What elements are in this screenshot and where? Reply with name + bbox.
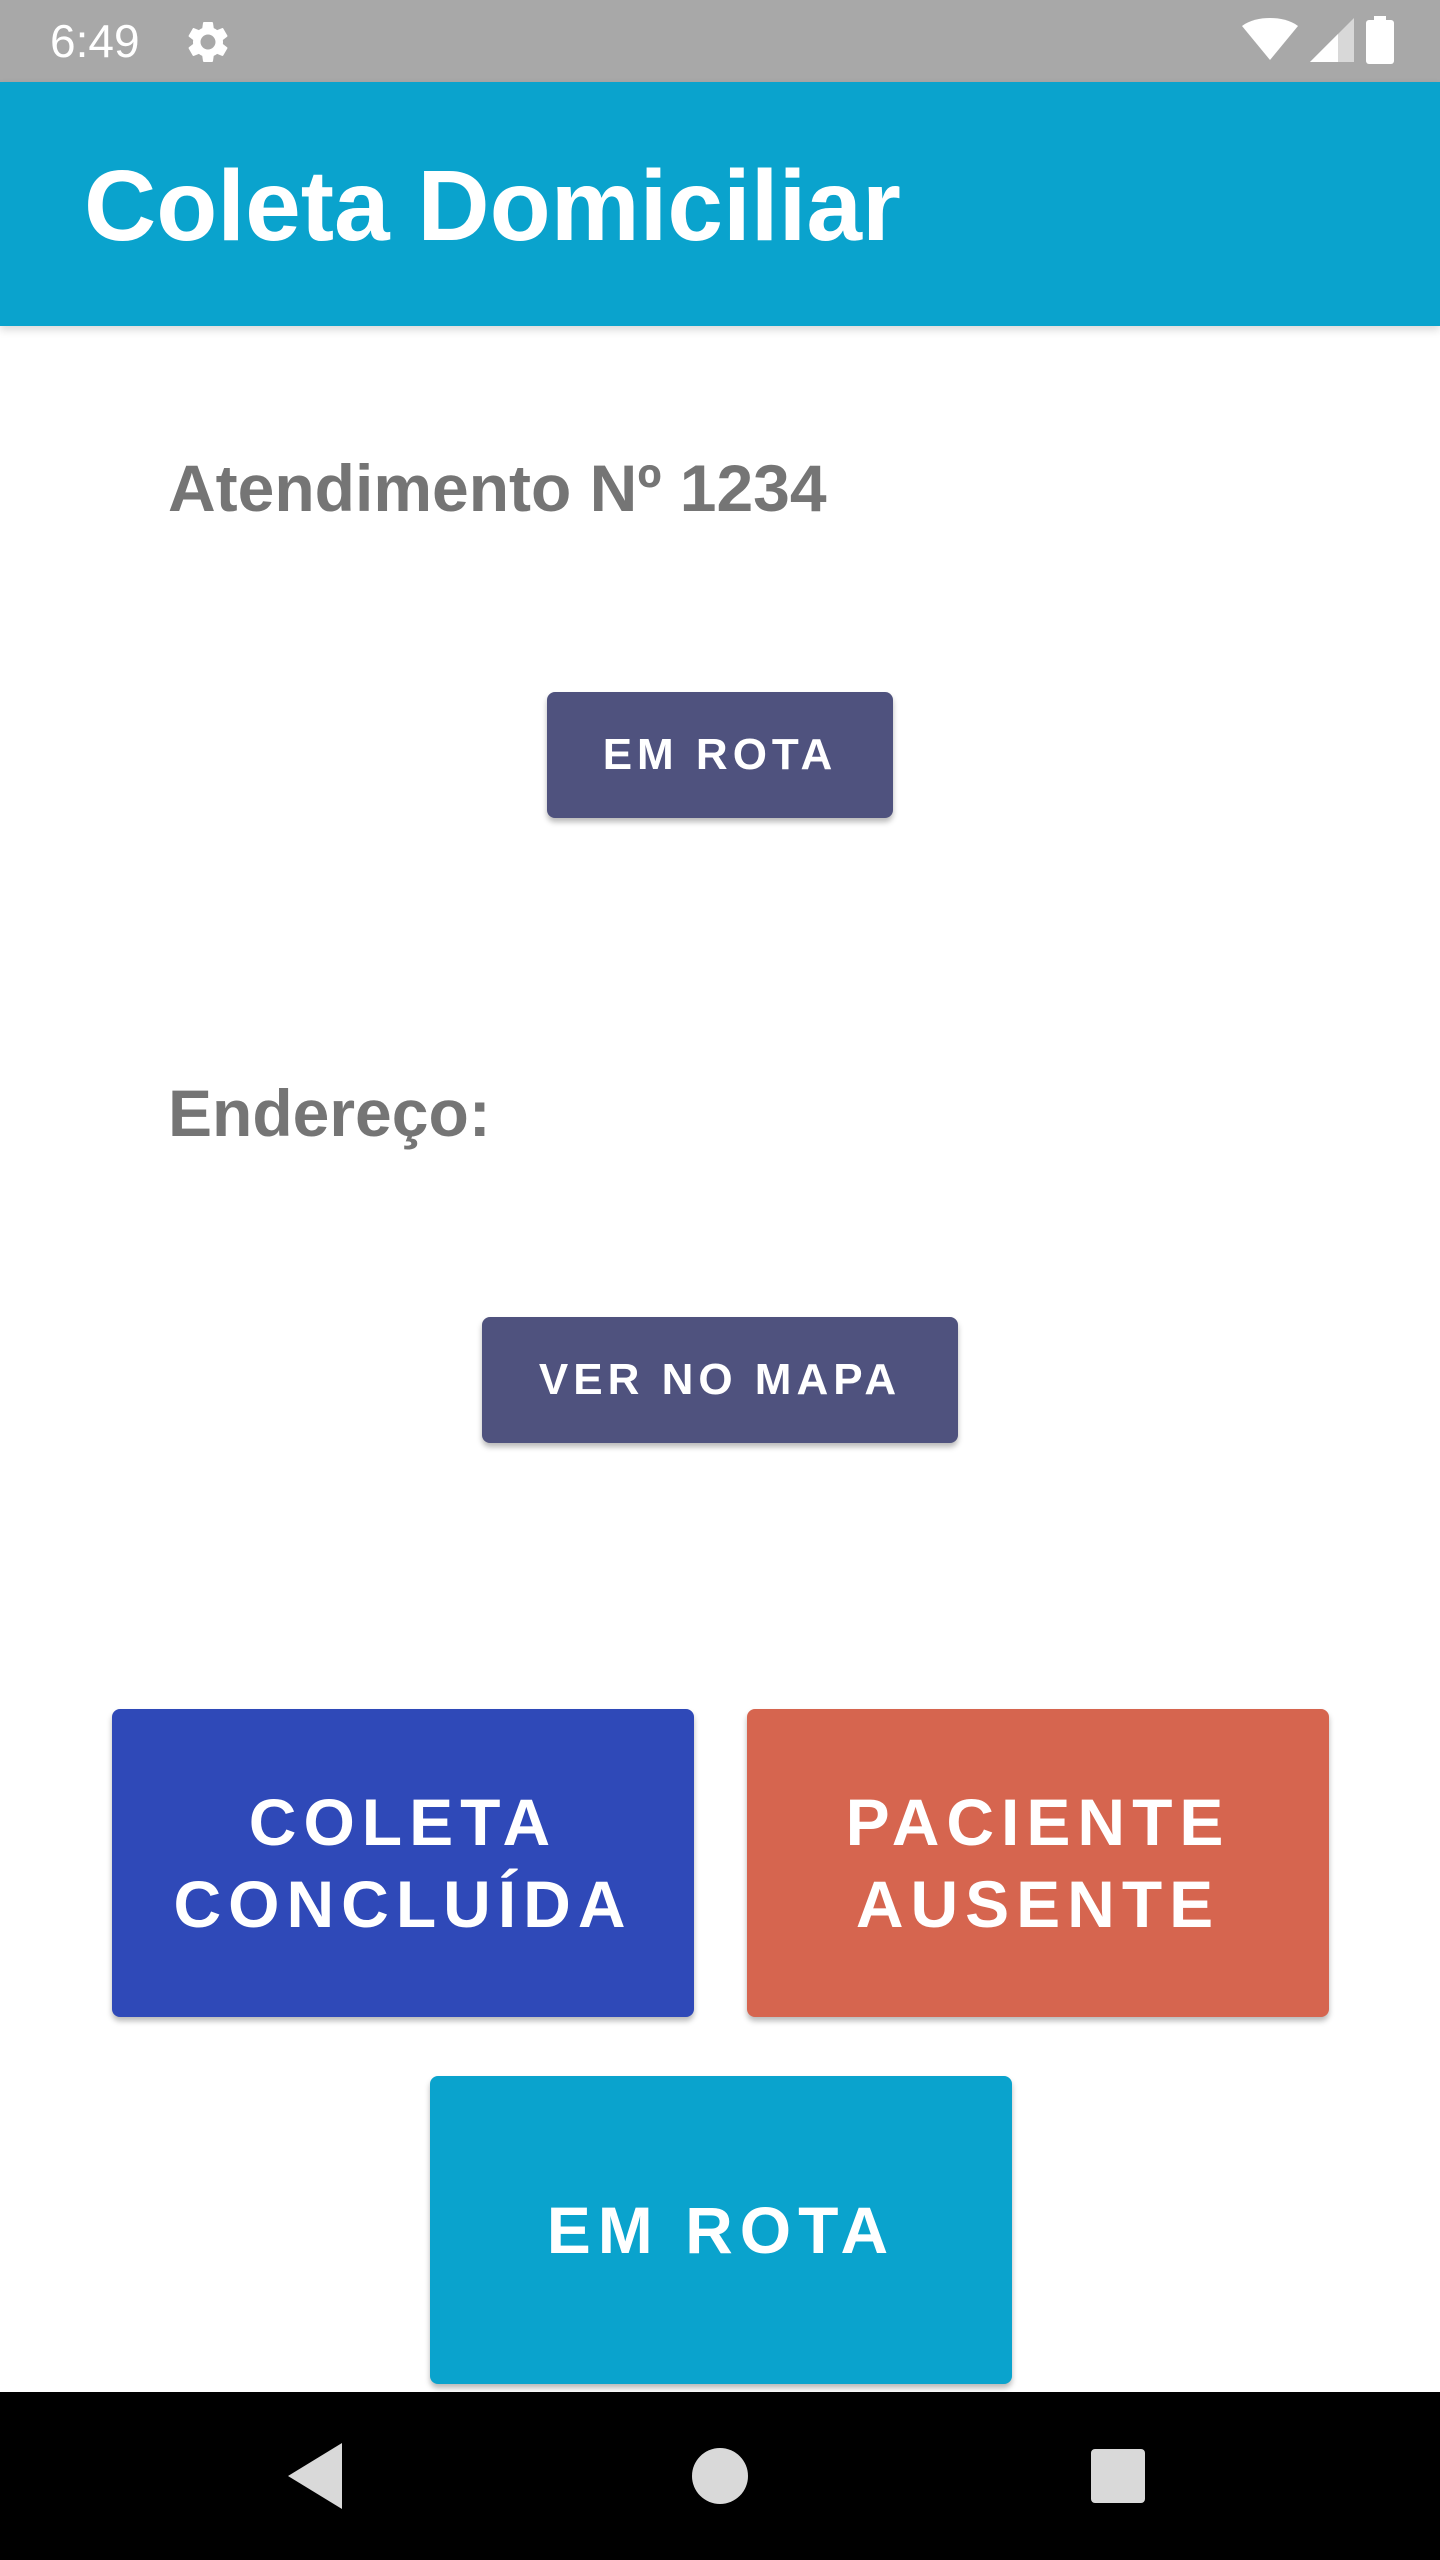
- status-time: 6:49: [50, 15, 140, 67]
- back-icon[interactable]: [276, 2434, 360, 2518]
- signal-icon: [1310, 17, 1354, 67]
- collection-completed-button[interactable]: COLETA CONCLUÍDA: [112, 1709, 694, 2017]
- patient-absent-button[interactable]: PACIENTE AUSENTE: [747, 1709, 1329, 2017]
- en-route-button[interactable]: EM ROTA: [430, 2076, 1012, 2384]
- battery-icon: [1366, 15, 1394, 69]
- home-icon[interactable]: [678, 2434, 762, 2518]
- attendance-number-label: Atendimento Nº 1234: [168, 451, 827, 525]
- screen: 6:49 Coleta Domiciliar Atendimento Nº 12…: [0, 0, 1440, 2560]
- app-title: Coleta Domiciliar: [84, 150, 901, 262]
- status-icons: [1242, 15, 1394, 69]
- navigation-bar: [0, 2392, 1440, 2560]
- settings-gear-icon: [183, 17, 233, 67]
- view-on-map-button[interactable]: VER NO MAPA: [482, 1317, 958, 1443]
- wifi-icon: [1242, 17, 1298, 67]
- status-bar: 6:49: [0, 0, 1440, 82]
- app-bar: Coleta Domiciliar: [0, 82, 1440, 326]
- address-label: Endereço:: [168, 1076, 491, 1150]
- recents-icon[interactable]: [1076, 2434, 1160, 2518]
- status-en-route-button[interactable]: EM ROTA: [547, 692, 893, 818]
